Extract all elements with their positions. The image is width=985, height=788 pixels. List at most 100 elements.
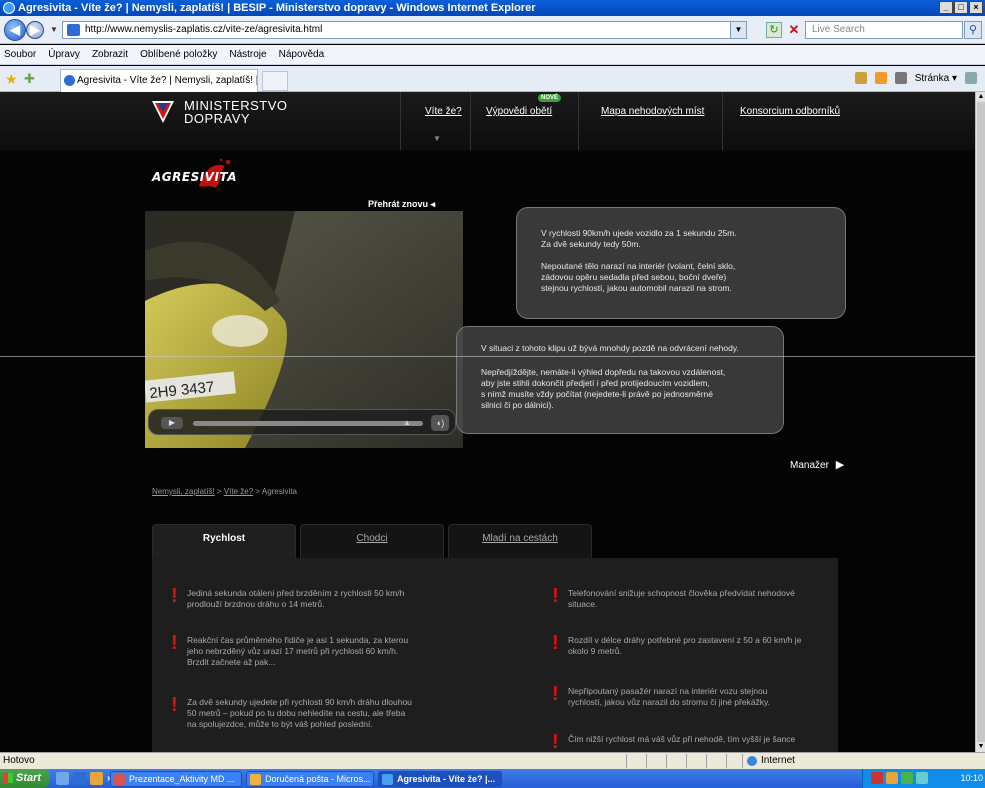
stop-button[interactable]: ✕ — [786, 22, 802, 38]
fact-item: ! Nepřipoutaný pasažér narazí na interié… — [552, 684, 771, 708]
vertical-scrollbar[interactable]: ▲ ▼ — [975, 92, 985, 752]
fact-item: ! Telefonování snižuje schopnost člověka… — [552, 586, 795, 610]
page-menu-button[interactable]: Stránka ▾ — [915, 73, 957, 84]
breadcrumb-vite-ze[interactable]: Víte že? — [224, 487, 253, 496]
info-bubble-1: V rychlosti 90km/h ujede vozidlo za 1 se… — [516, 207, 846, 319]
tools-icon[interactable] — [965, 72, 977, 84]
manager-link[interactable]: Manažer ▶ — [790, 458, 844, 471]
fact-text: Čím nižší rychlost má váš vůz při nehodě… — [568, 734, 796, 744]
bubble1-para1: V rychlosti 90km/h ujede vozidlo za 1 se… — [541, 228, 737, 249]
taskbar-item[interactable]: Doručená pošta - Micros... — [246, 771, 374, 787]
minimize-button[interactable]: _ — [939, 1, 953, 14]
start-button[interactable]: Start — [0, 769, 50, 788]
print-icon[interactable] — [894, 72, 907, 84]
favorites-star-icon[interactable]: ★ — [5, 71, 18, 88]
volume-button[interactable]: ◖) — [431, 415, 449, 431]
tray-app-icon[interactable] — [886, 772, 898, 784]
ministry-shield-icon — [152, 101, 174, 123]
address-input[interactable]: http://www.nemyslis-zaplatis.cz/vite-ze/… — [62, 21, 747, 39]
seek-handle-icon[interactable]: ▲ — [403, 418, 411, 427]
horizontal-guide-line — [0, 356, 975, 357]
nav-vypovedi-obeti[interactable]: Výpovědi obětí — [486, 106, 552, 117]
scroll-thumb[interactable] — [977, 102, 985, 742]
topic-tabs: Rychlost Chodci Mladí na cestách — [152, 524, 592, 558]
nav-konsorcium-odborniku[interactable]: Konsorcium odborníků — [740, 106, 840, 117]
history-dropdown-icon[interactable]: ▼ — [50, 25, 58, 34]
taskbar-item-active[interactable]: Agresivita - Víte že? |... — [378, 771, 502, 787]
page-icon — [67, 24, 80, 36]
tray-security-icon[interactable] — [916, 772, 928, 784]
menu-view[interactable]: Zobrazit — [92, 45, 128, 64]
section-logo: AGRESIVITA — [152, 170, 237, 184]
seek-bar[interactable] — [193, 421, 423, 426]
play-button[interactable]: ▶ — [161, 417, 183, 429]
security-zone[interactable]: Internet — [742, 754, 932, 768]
back-button[interactable]: ◀ — [4, 19, 26, 41]
ie-logo-icon — [3, 2, 15, 14]
tray-network-icon[interactable] — [901, 772, 913, 784]
outlook-icon[interactable] — [90, 772, 103, 785]
menu-file[interactable]: Soubor — [4, 45, 36, 64]
powerpoint-icon — [114, 774, 125, 785]
fact-text: Rozdíl v délce dráhy potřebné pro zastav… — [568, 635, 802, 656]
fact-text: Jediná sekunda otálení před brzděním z r… — [187, 588, 405, 609]
tab-rychlost[interactable]: Rychlost — [152, 524, 296, 558]
desktop-icon[interactable] — [56, 772, 69, 785]
forward-button[interactable]: ▶ — [26, 21, 44, 39]
ie-icon[interactable] — [73, 772, 86, 785]
refresh-button[interactable]: ↻ — [766, 22, 782, 38]
fact-text: Nepřipoutaný pasažér narazí na interiér … — [568, 686, 771, 707]
ministry-logo-text: MINISTERSTVO DOPRAVY — [184, 99, 288, 125]
info-bubble-2: V situaci z tohoto klipu už bývá mnohdy … — [456, 326, 784, 434]
status-text: Hotovo — [3, 755, 35, 766]
search-input[interactable]: Live Search — [805, 21, 963, 39]
scroll-up-icon[interactable]: ▲ — [976, 92, 985, 102]
maximize-button[interactable]: □ — [954, 1, 968, 14]
search-button[interactable]: ⚲ — [964, 21, 982, 39]
nav-vite-ze[interactable]: Víte že? — [425, 106, 462, 117]
home-icon[interactable] — [854, 72, 867, 84]
nav-divider — [578, 92, 579, 150]
fact-item: ! Za dvě sekundy ujedete při rychlosti 9… — [171, 695, 412, 730]
manager-label: Manažer — [790, 460, 829, 471]
browser-tab[interactable]: Agresivita - Víte že? | Nemysli, zaplatí… — [60, 69, 258, 92]
command-bar: Stránka ▾ — [854, 72, 977, 84]
fact-item: ! Jediná sekunda otálení před brzděním z… — [171, 586, 405, 610]
bubble1-para2: Nepoutané tělo narazí na interiér (volan… — [541, 261, 736, 293]
window-controls: _ □ × — [939, 1, 983, 14]
taskbar-item-label: Agresivita - Víte že? |... — [397, 774, 496, 784]
menu-favorites[interactable]: Oblíbené položky — [140, 45, 217, 64]
window-title: Agresivita - Víte že? | Nemysli, zaplatí… — [18, 2, 536, 14]
replay-button[interactable]: Přehrát znovu ◂ — [368, 199, 435, 210]
facts-panel: ! Jediná sekunda otálení před brzděním z… — [152, 558, 838, 752]
feeds-icon[interactable] — [874, 72, 887, 84]
nav-mapa-nehodovych-mist[interactable]: Mapa nehodových míst — [601, 106, 704, 117]
scroll-down-icon[interactable]: ▼ — [976, 742, 985, 752]
tray-clock: 10:10 — [960, 773, 983, 783]
fact-text: Za dvě sekundy ujedete při rychlosti 90 … — [187, 697, 412, 729]
tab-chodci[interactable]: Chodci — [300, 524, 444, 558]
tray-lang-icon[interactable] — [871, 772, 883, 784]
fact-item: ! Čím nižší rychlost má váš vůz při neho… — [552, 732, 796, 752]
nav-dropdown-icon: ▼ — [433, 134, 441, 143]
new-tab-button[interactable] — [262, 71, 288, 91]
new-badge: NOVÉ — [538, 94, 562, 102]
address-dropdown-icon[interactable]: ▼ — [730, 22, 746, 38]
video-controls: ▶ ▲ ◖) — [148, 409, 456, 435]
taskbar-item[interactable]: Prezentace_Aktivity MD ... — [110, 771, 242, 787]
menu-tools[interactable]: Nástroje — [229, 45, 266, 64]
taskbar-item-label: Doručená pošta - Micros... — [265, 774, 371, 784]
replay-label: Přehrát znovu — [368, 199, 429, 209]
ministry-logo[interactable]: MINISTERSTVO DOPRAVY — [150, 99, 288, 125]
menu-help[interactable]: Nápověda — [279, 45, 325, 64]
exclamation-icon: ! — [171, 632, 178, 654]
menu-edit[interactable]: Úpravy — [48, 45, 80, 64]
close-button[interactable]: × — [969, 1, 983, 14]
tab-mladi-na-cestach[interactable]: Mladí na cestách — [448, 524, 592, 558]
zone-label: Internet — [761, 755, 795, 766]
add-favorite-icon[interactable]: ✚ — [24, 71, 35, 87]
breadcrumb-home[interactable]: Nemysli, zaplatíš! — [152, 487, 215, 496]
fact-item: ! Reakční čas průměrného řidiče je asi 1… — [171, 633, 408, 668]
breadcrumb-current: Agresivita — [261, 487, 297, 496]
page-viewport: MINISTERSTVO DOPRAVY Víte že? ▼ Výpovědi… — [0, 92, 975, 752]
